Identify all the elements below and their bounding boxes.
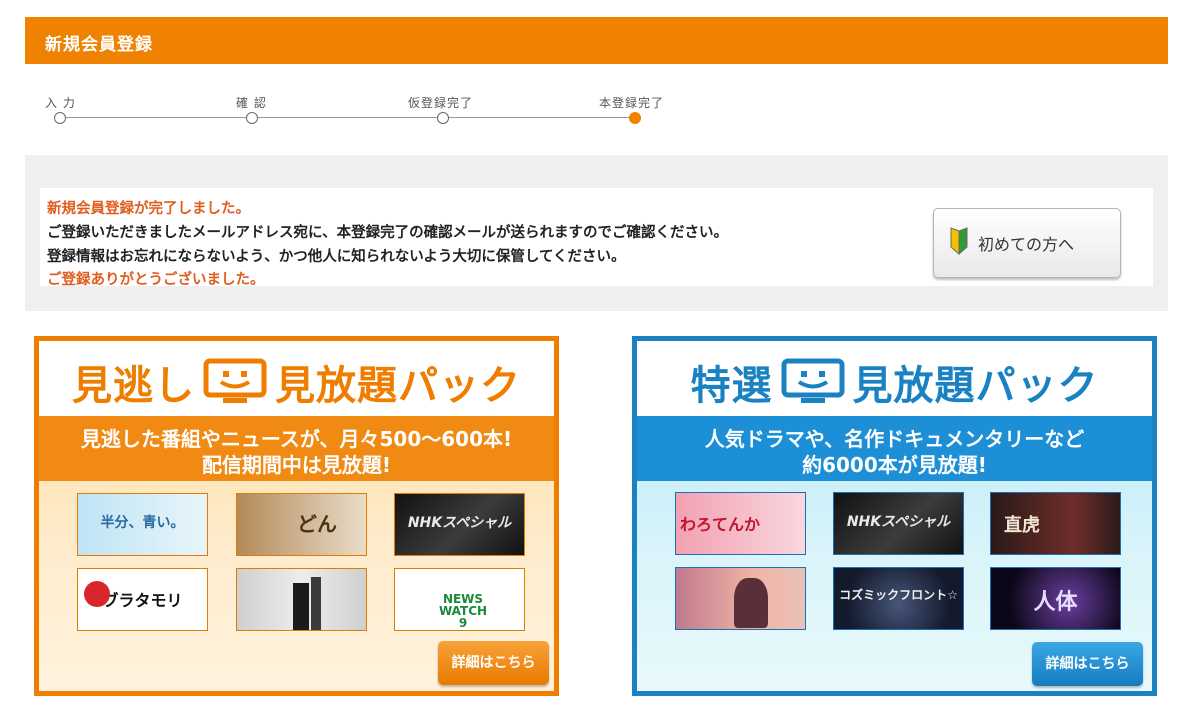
pack-subtitle-area: 人気ドラマや、名作ドキュメンタリーなど 約6000本が見放題!	[637, 416, 1152, 481]
first-time-guide-button[interactable]: 初めての方へ	[933, 208, 1121, 278]
completion-message-area: 新規会員登録が完了しました。 ご登録いただきましたメールアドレス宛に、本登録完了…	[25, 155, 1168, 311]
pack-title-left: 特選	[690, 363, 773, 409]
step-label: 確 認	[236, 96, 267, 110]
bratamori-logo-mark	[84, 581, 110, 607]
program-thumbnail: NHKスペシャル	[394, 493, 525, 556]
step-label: 入 力	[45, 96, 76, 110]
keep-info-note: 登録情報はお忘れにならないよう、かつ他人に知られないよう大切に保管してください。	[47, 249, 626, 265]
program-title: NEWS WATCH 9	[438, 592, 488, 630]
thanks-message: ご登録ありがとうございました。	[47, 272, 265, 288]
beginner-leaf-icon	[950, 227, 968, 255]
program-title: 人体	[1033, 590, 1078, 615]
program-title: コズミックフロント☆	[839, 588, 958, 602]
progress-steps: 入 力 確 認 仮登録完了 本登録完了	[25, 90, 725, 130]
pack-title-left: 見逃し	[72, 363, 195, 409]
registration-header: 新規会員登録	[25, 17, 1168, 64]
pack-title-right: 見放題パック	[275, 363, 521, 409]
steps-line	[60, 117, 635, 118]
book-graphic	[293, 583, 309, 630]
step-dot	[54, 112, 66, 124]
completion-heading: 新規会員登録が完了しました。	[47, 201, 250, 217]
program-title: どん	[297, 512, 337, 536]
pack-subtitle-line1: 人気ドラマや、名作ドキュメンタリーなど	[704, 427, 1085, 451]
pack-title-area: 見逃し 見放題パック	[39, 341, 554, 416]
program-thumbnail	[236, 568, 367, 631]
book-graphic	[311, 577, 321, 630]
program-thumbnail	[675, 567, 806, 630]
pack-title-area: 特選 見放題パック	[637, 341, 1152, 416]
step-label: 本登録完了	[599, 96, 665, 110]
program-thumbnail: NEWS WATCH 9	[394, 568, 525, 631]
special-selection-pack-banner[interactable]: 特選 見放題パック 人気ドラマや、名作ドキュメンタリーなど 約6000本が見放題!…	[632, 336, 1157, 696]
program-thumbnail: 半分、青い。	[77, 493, 208, 556]
program-thumbnail: どん	[236, 493, 367, 556]
completion-message-box: 新規会員登録が完了しました。 ご登録いただきましたメールアドレス宛に、本登録完了…	[40, 188, 1153, 288]
program-thumbnail: コズミックフロント☆	[833, 567, 964, 630]
program-thumbnail: NHKスペシャル	[833, 492, 964, 555]
program-thumbnail: わろてんか	[675, 492, 806, 555]
special-pack-detail-button[interactable]: 詳細はこちら	[1032, 642, 1143, 686]
program-thumbnail: 直虎	[990, 492, 1121, 555]
tv-smile-icon	[781, 358, 844, 403]
program-title: 直虎	[1004, 515, 1040, 536]
step-dot	[246, 112, 258, 124]
step-dot-current	[629, 112, 641, 124]
missed-program-pack-banner[interactable]: 見逃し 見放題パック 見逃した番組やニュースが、月々500〜600本! 配信期間中…	[34, 336, 559, 696]
step-dot	[437, 112, 449, 124]
pack-subtitle-line1: 見逃した番組やニュースが、月々500〜600本!	[80, 427, 513, 451]
pack-title: 見逃し 見放題パック	[39, 353, 554, 411]
program-thumbnail: 人体	[990, 567, 1121, 630]
program-title: わろてんか	[680, 515, 761, 534]
program-title: NHKスペシャル	[846, 514, 951, 530]
pack-subtitle-line2: 約6000本が見放題!	[802, 453, 987, 477]
pack-subtitle-line2: 配信期間中は見放題!	[201, 453, 392, 477]
step-label: 仮登録完了	[408, 96, 474, 110]
portrait-graphic	[734, 578, 768, 628]
tv-smile-icon	[203, 358, 267, 403]
program-thumbnail: ブラタモリ	[77, 568, 208, 631]
pack-subtitle-area: 見逃した番組やニュースが、月々500〜600本! 配信期間中は見放題!	[39, 416, 554, 481]
program-title: 半分、青い。	[100, 515, 185, 531]
page-title: 新規会員登録	[45, 35, 153, 55]
pack-title: 特選 見放題パック	[637, 353, 1152, 411]
program-title: NHKスペシャル	[407, 515, 512, 531]
pack-title-right: 見放題パック	[852, 363, 1099, 409]
missed-pack-detail-button[interactable]: 詳細はこちら	[438, 641, 549, 685]
confirmation-email-note: ご登録いただきましたメールアドレス宛に、本登録完了の確認メールが送られますのでご…	[47, 225, 729, 241]
first-time-guide-label: 初めての方へ	[978, 235, 1075, 254]
